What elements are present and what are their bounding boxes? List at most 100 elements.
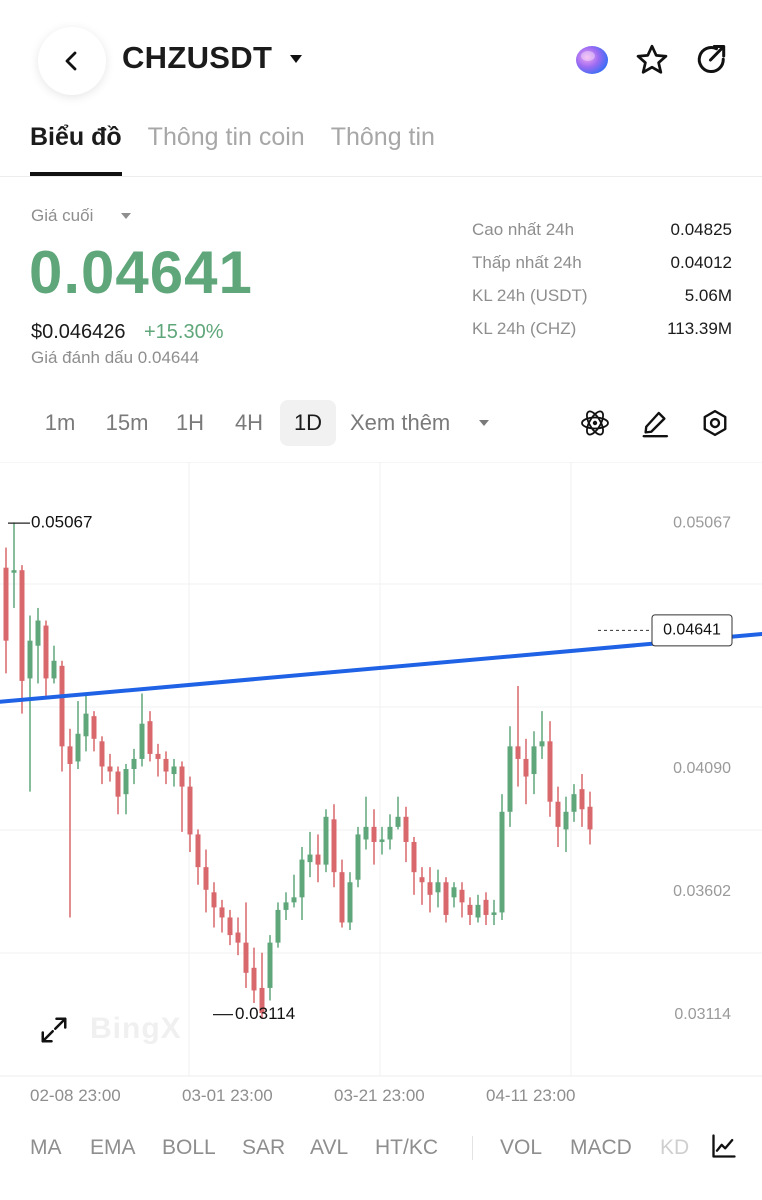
share-icon[interactable] (692, 40, 732, 80)
y-tick-label: 0.05067 (673, 514, 731, 531)
candle (443, 877, 449, 923)
candle (171, 758, 177, 787)
candle-body (67, 746, 73, 764)
candle-body (235, 932, 241, 943)
trendline[interactable] (0, 631, 762, 704)
x-tick-label: 03-01 23:00 (182, 1086, 273, 1105)
last-price-label[interactable]: Giá cuối (31, 206, 93, 226)
stat-label: KL 24h (USDT) (472, 286, 588, 305)
pair-title[interactable]: CHZUSDT (122, 40, 272, 76)
candle-body (147, 721, 153, 754)
candle-body (267, 942, 273, 988)
indicator-avl[interactable]: AVL (310, 1128, 348, 1168)
candle-body (227, 917, 233, 936)
candle (139, 693, 145, 767)
candlestick-chart[interactable]: 0.05067 0.03114 0.04641 0.05067 0.04090 … (0, 462, 762, 1078)
candle (235, 917, 241, 956)
candle-body (243, 942, 249, 973)
timeframe-1d[interactable]: 1D (280, 400, 336, 446)
indicator-ema[interactable]: EMA (90, 1128, 136, 1168)
candle-body (171, 766, 177, 775)
candle-body (523, 758, 529, 777)
y-axis-labels: 0.05067 0.04090 0.03602 0.03114 (673, 514, 731, 1022)
pencil-icon[interactable] (637, 405, 673, 441)
timeframe-15m[interactable]: 15m (98, 400, 156, 446)
caret-down-icon[interactable] (289, 54, 303, 64)
indicator-macd[interactable]: MACD (570, 1128, 632, 1168)
candle-body (387, 826, 393, 840)
tab-chart[interactable]: Biểu đồ (30, 120, 122, 176)
back-button[interactable] (38, 27, 106, 95)
indicator-sar[interactable]: SAR (242, 1128, 285, 1168)
timeframe-4h[interactable]: 4H (226, 400, 272, 446)
indicator-kd[interactable]: KD (660, 1128, 689, 1168)
star-icon[interactable] (632, 40, 672, 80)
candle-body (163, 758, 169, 772)
candle (195, 829, 201, 885)
x-axis-labels: 02-08 23:00 03-01 23:00 03-21 23:00 04-1… (0, 1086, 762, 1110)
atom-icon[interactable] (577, 405, 613, 441)
last-price-tag-label: 0.04641 (663, 622, 721, 639)
indicator-ma[interactable]: MA (30, 1128, 62, 1168)
tab-coin-info[interactable]: Thông tin coin (148, 120, 305, 176)
candles-layer (3, 522, 593, 1019)
y-tick-label: 0.04090 (673, 760, 731, 777)
last-price-tag: 0.04641 (598, 614, 733, 647)
candle-body (203, 867, 209, 890)
candle-body (35, 620, 41, 646)
candle (59, 660, 65, 772)
caret-down-icon[interactable] (120, 212, 132, 220)
candle (363, 796, 369, 850)
caret-down-icon[interactable] (478, 419, 490, 427)
candle-body (339, 872, 345, 923)
candle-body (283, 902, 289, 910)
divider (472, 1136, 473, 1160)
candle (203, 849, 209, 913)
candle (107, 753, 113, 782)
candle (291, 874, 297, 908)
settings-icon[interactable] (697, 405, 733, 441)
candle-body (555, 801, 561, 827)
indicator-vol[interactable]: VOL (500, 1128, 542, 1168)
candle-body (315, 854, 321, 865)
fullscreen-icon[interactable] (36, 1012, 72, 1048)
x-tick-label: 02-08 23:00 (30, 1086, 121, 1105)
candle-body (515, 746, 521, 759)
candle (339, 859, 345, 928)
chart-grid (0, 462, 762, 1077)
candle (579, 774, 585, 827)
candle (547, 721, 553, 817)
ai-orb-icon[interactable] (572, 40, 612, 80)
watermark-logo: BingX (90, 1012, 182, 1045)
candle (11, 522, 17, 608)
candle-body (91, 716, 97, 739)
indicator-boll[interactable]: BOLL (162, 1128, 216, 1168)
candle-body (187, 786, 193, 835)
candle (459, 882, 465, 918)
change-percent: +15.30% (144, 321, 224, 343)
tab-info[interactable]: Thông tin (331, 120, 435, 176)
candle-body (115, 771, 121, 797)
candle-body (179, 766, 185, 787)
candle-body (571, 794, 577, 812)
candle-body (59, 665, 65, 747)
candle (475, 894, 481, 923)
timeframe-1h[interactable]: 1H (168, 400, 212, 446)
stat-value: 0.04012 (670, 253, 732, 272)
timeframe-1m[interactable]: 1m (36, 400, 84, 446)
candle (227, 909, 233, 946)
candle-body (139, 723, 145, 759)
candle (179, 761, 185, 832)
stats-panel: Cao nhất 24h 0.04825 Thấp nhất 24h 0.040… (472, 220, 732, 352)
candle-body (331, 819, 337, 873)
price-chart[interactable]: 0.05067 0.03114 0.04641 0.05067 0.04090 … (0, 462, 762, 1078)
indicator-ht-kc[interactable]: HT/KC (375, 1128, 438, 1168)
candle (491, 899, 497, 926)
more-timeframes-button[interactable]: Xem thêm (350, 400, 468, 446)
candle (411, 836, 417, 895)
candle (435, 869, 441, 908)
candle (147, 711, 153, 762)
candle-body (347, 882, 353, 923)
indicator-chart-icon[interactable] (708, 1130, 740, 1162)
high-marker: 0.05067 (8, 513, 92, 532)
